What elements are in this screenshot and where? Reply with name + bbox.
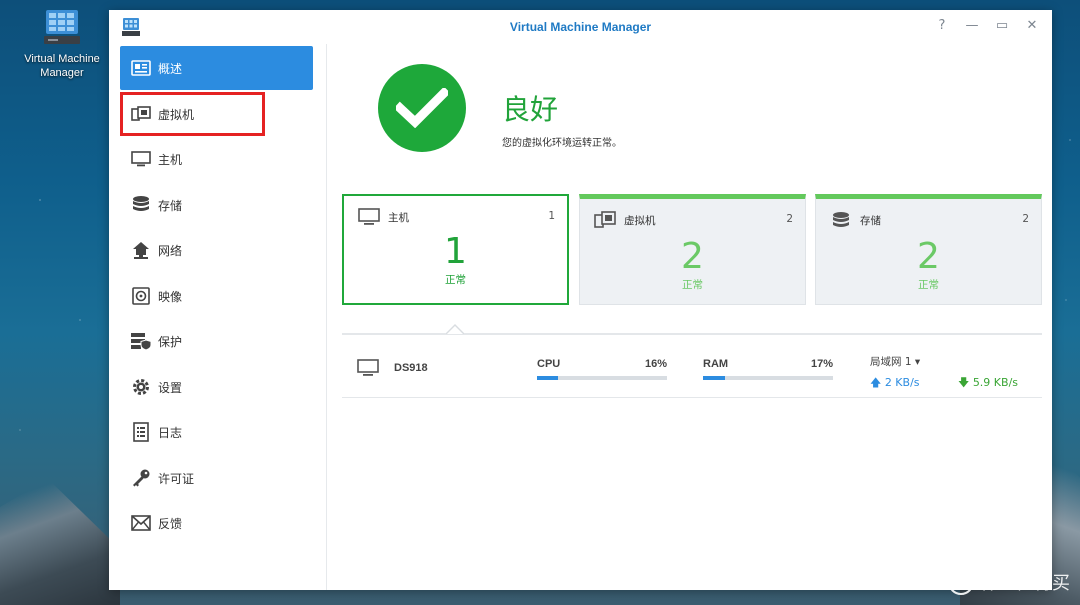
overview-icon bbox=[130, 57, 152, 79]
desktop-shortcut-vmm[interactable]: Virtual Machine Manager bbox=[14, 8, 110, 80]
maximize-button[interactable]: ▭ bbox=[994, 18, 1010, 34]
sidebar-item-label: 许可证 bbox=[158, 471, 195, 486]
sidebar-item-license[interactable]: 许可证 bbox=[120, 456, 313, 500]
sidebar-item-label: 日志 bbox=[158, 425, 183, 440]
sidebar-item-label: 网络 bbox=[158, 243, 183, 258]
upload-rate: 🡅 2 KB/s bbox=[870, 374, 920, 393]
card-name: 主机 bbox=[388, 212, 409, 224]
sidebar-item-label: 虚拟机 bbox=[158, 107, 195, 122]
cpu-value: 16% bbox=[644, 358, 667, 370]
status-check-icon bbox=[378, 64, 466, 152]
card-state: 正常 bbox=[445, 274, 466, 286]
watermark: 值 什么值得买 bbox=[948, 569, 1070, 595]
status-description: 您的虚拟化环境运转正常。 bbox=[502, 138, 622, 149]
gear-icon bbox=[130, 376, 152, 398]
sidebar-item-storage[interactable]: 存储 bbox=[120, 183, 313, 227]
card-state: 正常 bbox=[682, 279, 703, 291]
arrow-up-icon: 🡅 bbox=[870, 376, 885, 389]
image-disc-icon bbox=[130, 285, 152, 307]
window-controls: ? — ▭ ✕ bbox=[934, 18, 1040, 34]
sidebar-item-protection[interactable]: 保护 bbox=[120, 319, 313, 363]
sidebar-item-label: 设置 bbox=[158, 380, 183, 395]
help-button[interactable]: ? bbox=[934, 18, 950, 34]
ram-progress-track bbox=[703, 376, 833, 380]
host-name: DS918 bbox=[394, 362, 428, 374]
desktop-shortcut-label-line1: Virtual Machine bbox=[24, 53, 100, 65]
card-big-number: 2 bbox=[681, 236, 704, 277]
sidebar-item-host[interactable]: 主机 bbox=[120, 137, 313, 181]
cpu-label: CPU bbox=[537, 358, 561, 370]
sidebar-item-feedback[interactable]: 反馈 bbox=[120, 501, 313, 545]
storage-icon bbox=[830, 211, 852, 229]
network-icon bbox=[130, 239, 152, 261]
key-icon bbox=[130, 467, 152, 489]
network-stats: 局域网 1 ▾ 🡅 2 KB/s 🡇 5.9 KB/s bbox=[870, 354, 1030, 389]
sidebar-item-label: 反馈 bbox=[158, 516, 183, 531]
card-state: 正常 bbox=[918, 279, 939, 291]
mail-icon bbox=[130, 512, 152, 534]
sidebar-item-image[interactable]: 映像 bbox=[120, 274, 313, 318]
sidebar-nav: 概述 虚拟机 主机 存储 网络 映像 保护 设置 日志 许可证 反馈 bbox=[109, 44, 327, 590]
ram-progress-fill bbox=[703, 376, 726, 380]
virtual-machine-icon bbox=[130, 103, 152, 125]
watermark-badge: 值 bbox=[948, 569, 974, 595]
close-button[interactable]: ✕ bbox=[1024, 18, 1040, 34]
sidebar-item-network[interactable]: 网络 bbox=[120, 228, 313, 272]
host-monitor-icon bbox=[358, 208, 380, 226]
sidebar-item-label: 映像 bbox=[158, 289, 183, 304]
upload-rate-value: 2 KB/s bbox=[884, 376, 920, 389]
download-rate: 🡇 5.9 KB/s bbox=[958, 374, 1018, 393]
virtual-machine-icon bbox=[594, 211, 616, 229]
storage-icon bbox=[130, 194, 152, 216]
sidebar-item-label: 保护 bbox=[158, 334, 183, 349]
arrow-down-icon: 🡇 bbox=[958, 376, 973, 389]
log-icon bbox=[130, 421, 152, 443]
ram-label: RAM bbox=[703, 358, 729, 370]
sidebar-item-virtual-machine[interactable]: 虚拟机 bbox=[120, 92, 265, 136]
window-title: Virtual Machine Manager bbox=[509, 20, 652, 34]
host-monitor-icon bbox=[130, 148, 152, 170]
card-name: 存储 bbox=[860, 215, 881, 227]
sidebar-item-settings[interactable]: 设置 bbox=[120, 365, 313, 409]
ram-value: 17% bbox=[810, 358, 833, 370]
sidebar-item-label: 存储 bbox=[158, 198, 183, 213]
status-title: 良好 bbox=[502, 93, 559, 126]
desktop-shortcut-label-line2: Manager bbox=[40, 67, 84, 79]
card-count: 2 bbox=[1022, 213, 1029, 225]
card-count: 1 bbox=[548, 210, 555, 222]
window-titlebar[interactable]: Virtual Machine Manager ? — ▭ ✕ bbox=[109, 10, 1052, 44]
cpu-progress-track bbox=[537, 376, 667, 380]
overview-panel: 良好 您的虚拟化环境运转正常。 主机 1 1 正常 虚拟机 2 2 正常 存储 … bbox=[328, 44, 1052, 590]
minimize-button[interactable]: — bbox=[964, 18, 980, 34]
cpu-progress-fill bbox=[537, 376, 558, 380]
card-big-number: 1 bbox=[444, 231, 467, 272]
sidebar-item-overview[interactable]: 概述 bbox=[120, 46, 313, 90]
card-virtual-machine[interactable]: 虚拟机 2 2 正常 bbox=[579, 194, 806, 305]
card-host[interactable]: 主机 1 1 正常 bbox=[342, 194, 569, 305]
network-dropdown[interactable]: 局域网 1 ▾ bbox=[870, 354, 1030, 369]
card-count: 2 bbox=[786, 213, 793, 225]
host-list-row[interactable]: DS918 CPU 16% RAM 17% 局域网 1 ▾ 🡅 2 KB/s 🡇… bbox=[342, 342, 1042, 398]
selection-caret-icon bbox=[446, 324, 464, 334]
download-rate-value: 5.9 KB/s bbox=[972, 376, 1018, 389]
card-name: 虚拟机 bbox=[624, 215, 656, 227]
sidebar-item-label: 概述 bbox=[158, 61, 183, 76]
sidebar-item-label: 主机 bbox=[158, 152, 183, 167]
card-storage[interactable]: 存储 2 2 正常 bbox=[815, 194, 1042, 305]
card-big-number: 2 bbox=[917, 236, 940, 277]
host-monitor-icon bbox=[357, 359, 379, 377]
watermark-text: 什么值得买 bbox=[980, 573, 1070, 594]
vmm-window: Virtual Machine Manager ? — ▭ ✕ 概述 虚拟机 主… bbox=[109, 10, 1052, 590]
protection-icon bbox=[130, 330, 152, 352]
sidebar-item-log[interactable]: 日志 bbox=[120, 410, 313, 454]
vmm-app-icon bbox=[42, 8, 82, 46]
